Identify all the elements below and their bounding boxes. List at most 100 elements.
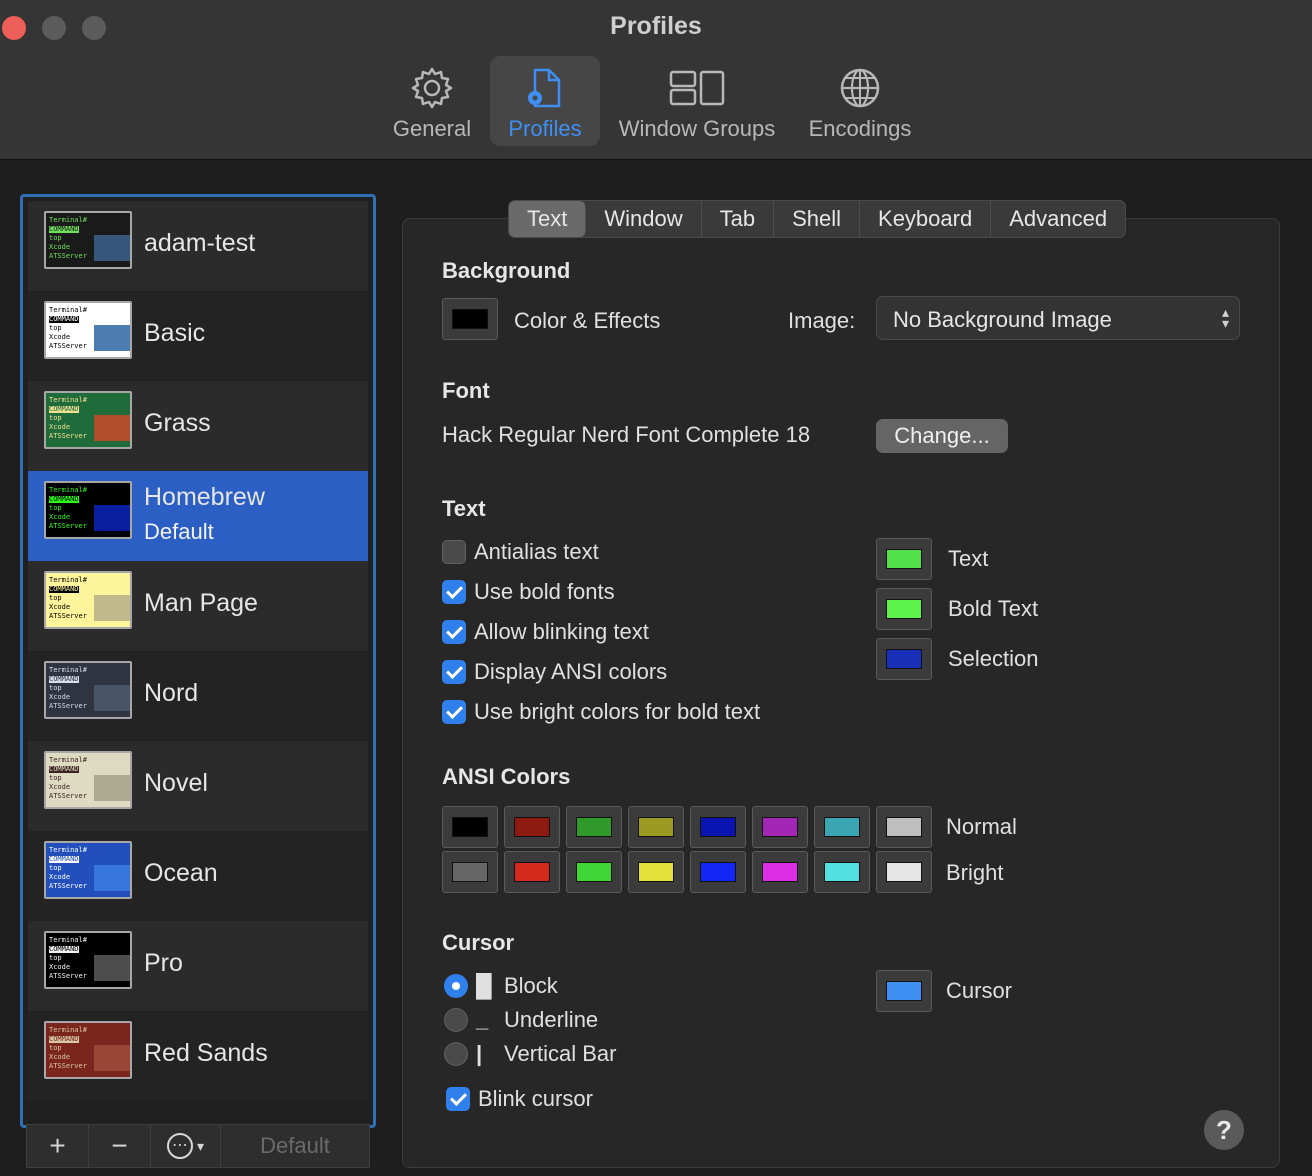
toolbar-profiles[interactable]: Profiles (490, 56, 600, 146)
text-color-well[interactable] (876, 538, 932, 580)
profile-preview-thumbnail: Terminal# COMMAND top Xcode ATSServer (44, 301, 132, 359)
background-color-well[interactable] (442, 298, 498, 340)
tab-window[interactable]: Window (586, 201, 702, 237)
image-label: Image: (788, 308, 856, 333)
tab-text[interactable]: Text (509, 201, 587, 237)
tab-tab[interactable]: Tab (702, 201, 775, 237)
settings-tabs: Text Window Tab Shell Keyboard Advanced (508, 200, 1127, 238)
remove-profile-button[interactable]: − (89, 1125, 151, 1167)
profile-preview-thumbnail: Terminal# COMMAND top Xcode ATSServer (44, 931, 132, 989)
ansi-normal-color-well[interactable] (752, 806, 808, 848)
ansi-color-swatch (886, 862, 922, 882)
ansi-color-swatch (886, 817, 922, 837)
text-color-well[interactable] (876, 638, 932, 680)
text-option-label: Use bold fonts (474, 579, 615, 604)
ansi-normal-color-well[interactable] (504, 806, 560, 848)
blink-cursor-checkbox[interactable] (446, 1087, 470, 1111)
font-heading: Font (442, 378, 490, 403)
profile-row[interactable]: Terminal# COMMAND top Xcode ATSServer Homebre… (28, 471, 368, 561)
toolbar-profiles-label: Profiles (508, 116, 582, 141)
profile-row[interactable]: Terminal# COMMAND top Xcode ATSServer Man Pag… (28, 561, 368, 651)
toolbar-encodings[interactable]: Encodings (800, 56, 920, 146)
cursor-color-swatch (886, 981, 922, 1001)
profile-name: Red Sands (144, 1039, 268, 1067)
cursor-style-radio[interactable] (444, 1008, 468, 1032)
text-color-well[interactable] (876, 588, 932, 630)
cursor-style-label: Vertical Bar (504, 1041, 617, 1066)
ansi-bright-color-well[interactable] (690, 851, 746, 893)
profile-row[interactable]: Terminal# COMMAND top Xcode ATSServer Red San… (28, 1011, 368, 1101)
ansi-color-swatch (824, 817, 860, 837)
more-actions-button[interactable]: ⋯ ▾ (151, 1125, 221, 1167)
profile-name: Nord (144, 679, 199, 707)
text-option-label: Use bright colors for bold text (474, 699, 761, 724)
tab-shell[interactable]: Shell (774, 201, 861, 237)
ansi-color-swatch (576, 862, 612, 882)
tab-advanced[interactable]: Advanced (991, 201, 1125, 237)
ansi-color-swatch (514, 862, 550, 882)
toolbar-general[interactable]: General (384, 56, 480, 146)
background-image-value: No Background Image (893, 307, 1112, 332)
ansi-bright-color-well[interactable] (442, 851, 498, 893)
cursor-style-label: Underline (504, 1007, 599, 1032)
profile-name: Basic (144, 319, 206, 347)
profile-row[interactable]: Terminal# COMMAND top Xcode ATSServer Nord (28, 651, 368, 741)
ansi-normal-color-well[interactable] (690, 806, 746, 848)
profile-row[interactable]: Terminal# COMMAND top Xcode ATSServer adam-te… (28, 201, 368, 291)
tab-keyboard[interactable]: Keyboard (860, 201, 992, 237)
ansi-bright-color-well[interactable] (504, 851, 560, 893)
text-option-checkbox[interactable] (442, 620, 466, 644)
profile-row[interactable]: Terminal# COMMAND top Xcode ATSServer Pro (28, 921, 368, 1011)
profile-preview-thumbnail: Terminal# COMMAND top Xcode ATSServer (44, 391, 132, 449)
change-font-button[interactable]: Change... (876, 419, 1008, 453)
ansi-bright-color-well[interactable] (566, 851, 622, 893)
cursor-color-well[interactable] (876, 970, 932, 1012)
text-option-checkbox[interactable] (442, 540, 466, 564)
profile-preview-thumbnail: Terminal# COMMAND top Xcode ATSServer (44, 841, 132, 899)
background-image-popup[interactable]: No Background Image ▴ ▾ (876, 296, 1240, 340)
cursor-style-glyph: _ (476, 1007, 489, 1032)
text-color-swatch (886, 599, 922, 619)
add-profile-button[interactable]: + (27, 1125, 89, 1167)
ansi-normal-color-well[interactable] (628, 806, 684, 848)
ansi-bright-color-well[interactable] (814, 851, 870, 893)
text-option-checkbox[interactable] (442, 660, 466, 684)
ansi-normal-color-well[interactable] (814, 806, 870, 848)
cursor-color-label: Cursor (946, 978, 1013, 1003)
ansi-color-swatch (762, 817, 798, 837)
profile-list[interactable]: Terminal# COMMAND top Xcode ATSServer adam-te… (20, 194, 376, 1128)
ansi-normal-color-well[interactable] (442, 806, 498, 848)
text-option-label: Display ANSI colors (474, 659, 668, 684)
profile-name: Grass (144, 409, 211, 437)
ansi-bright-color-well[interactable] (876, 851, 932, 893)
ansi-color-swatch (700, 862, 736, 882)
cursor-style-radio[interactable] (444, 974, 468, 998)
profile-preview-thumbnail: Terminal# COMMAND top Xcode ATSServer (44, 571, 132, 629)
ansi-bright-color-well[interactable] (752, 851, 808, 893)
profile-preview-thumbnail: Terminal# COMMAND top Xcode ATSServer (44, 1021, 132, 1079)
ansi-color-swatch (576, 817, 612, 837)
text-option-checkbox[interactable] (442, 580, 466, 604)
text-color-label: Selection (948, 646, 1039, 671)
profile-default-label: Default (144, 519, 214, 544)
profile-row[interactable]: Terminal# COMMAND top Xcode ATSServer Grass (28, 381, 368, 471)
cursor-heading: Cursor (442, 930, 515, 955)
profile-preview-thumbnail: Terminal# COMMAND top Xcode ATSServer (44, 211, 132, 269)
cursor-style-radio[interactable] (444, 1042, 468, 1066)
color-effects-label: Color & Effects (514, 308, 661, 333)
profile-name: Homebrew (144, 483, 265, 511)
text-option-checkbox[interactable] (442, 700, 466, 724)
ansi-normal-label: Normal (946, 814, 1017, 839)
profile-document-icon (528, 68, 561, 108)
profile-row[interactable]: Terminal# COMMAND top Xcode ATSServer Novel (28, 741, 368, 831)
ansi-normal-color-well[interactable] (566, 806, 622, 848)
set-default-button[interactable]: Default (221, 1125, 369, 1167)
ansi-bright-color-well[interactable] (628, 851, 684, 893)
profile-row[interactable]: Terminal# COMMAND top Xcode ATSServer Basic (28, 291, 368, 381)
profile-name: Novel (144, 769, 208, 797)
help-button[interactable]: ? (1204, 1110, 1244, 1150)
toolbar-window-groups[interactable]: Window Groups (612, 56, 782, 146)
window-title: Profiles (610, 12, 702, 40)
ansi-normal-color-well[interactable] (876, 806, 932, 848)
profile-row[interactable]: Terminal# COMMAND top Xcode ATSServer Ocean (28, 831, 368, 921)
